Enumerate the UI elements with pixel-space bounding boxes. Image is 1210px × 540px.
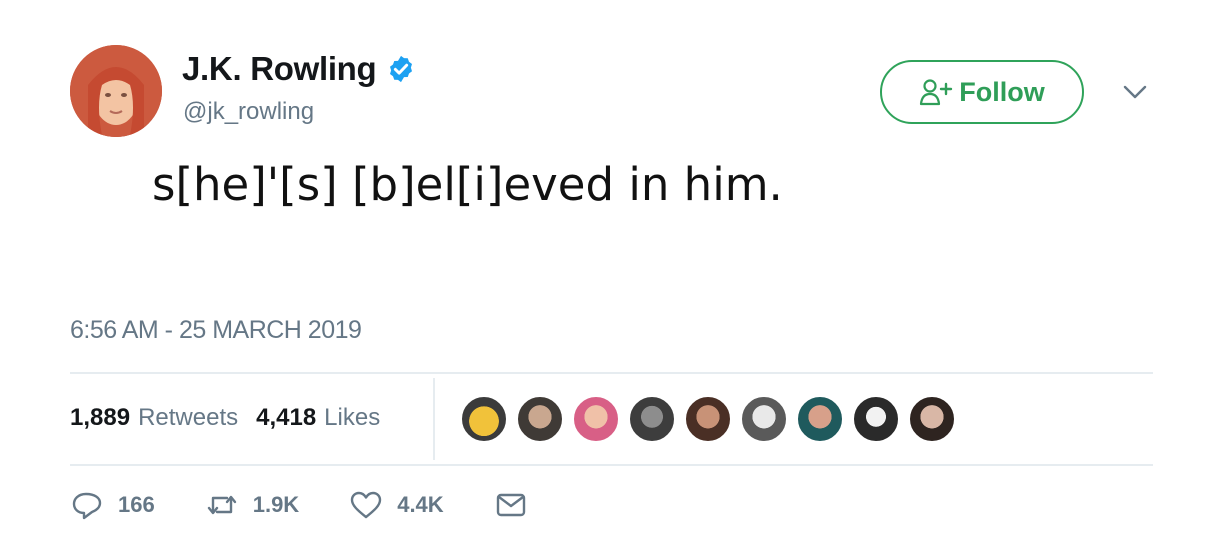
verified-icon (390, 55, 413, 83)
like-heart-icon (351, 491, 382, 519)
liker-avatar[interactable] (740, 395, 788, 443)
liker-avatar[interactable] (908, 395, 956, 443)
tweet-card: J.K. Rowling @jk_rowling Follow s[he]'[s… (0, 0, 1210, 540)
liker-avatar[interactable] (516, 395, 564, 443)
message-icon (496, 493, 525, 517)
divider (70, 372, 1153, 374)
user-handle[interactable]: @jk_rowling (183, 98, 314, 126)
like-button[interactable]: 4.4K (349, 490, 444, 520)
liker-avatar[interactable] (684, 395, 732, 443)
message-button[interactable] (494, 490, 528, 520)
stats-separator (433, 378, 435, 460)
liker-avatar[interactable] (572, 395, 620, 443)
retweet-icon (207, 495, 236, 515)
follow-person-plus-icon (920, 79, 953, 106)
tweet-text: s[he]'[s] [b]el[i]eved in him. (152, 158, 783, 211)
liker-avatar[interactable] (796, 395, 844, 443)
tweet-timestamp[interactable]: 6:56 AM - 25 MARCH 2019 (70, 316, 362, 345)
retweet-count: 1.9K (252, 492, 300, 517)
liker-avatars (460, 395, 964, 443)
display-name[interactable]: J.K. Rowling (182, 50, 377, 88)
divider (70, 464, 1153, 466)
reply-button[interactable]: 166 (70, 490, 155, 520)
follow-label: Follow (959, 76, 1045, 107)
reply-count: 166 (118, 492, 155, 517)
reply-icon (72, 492, 102, 520)
likes-count[interactable]: 4,418 (256, 404, 316, 432)
retweets-count[interactable]: 1,889 (70, 404, 130, 432)
chevron-down-icon[interactable] (1120, 80, 1150, 104)
liker-avatar[interactable] (628, 395, 676, 443)
retweets-label[interactable]: Retweets (138, 404, 238, 432)
liker-avatar[interactable] (460, 395, 508, 443)
follow-button[interactable]: Follow (880, 60, 1084, 124)
tweet-actions: 166 1.9K 4.4K (70, 490, 528, 520)
tweet-stats: 1,889 Retweets 4,418 Likes (70, 404, 380, 432)
likes-label[interactable]: Likes (324, 404, 380, 432)
retweet-button[interactable]: 1.9K (205, 490, 299, 520)
profile-avatar[interactable] (70, 45, 162, 137)
like-count: 4.4K (397, 492, 444, 517)
author-name-row[interactable]: J.K. Rowling (182, 50, 416, 88)
liker-avatar[interactable] (852, 395, 900, 443)
